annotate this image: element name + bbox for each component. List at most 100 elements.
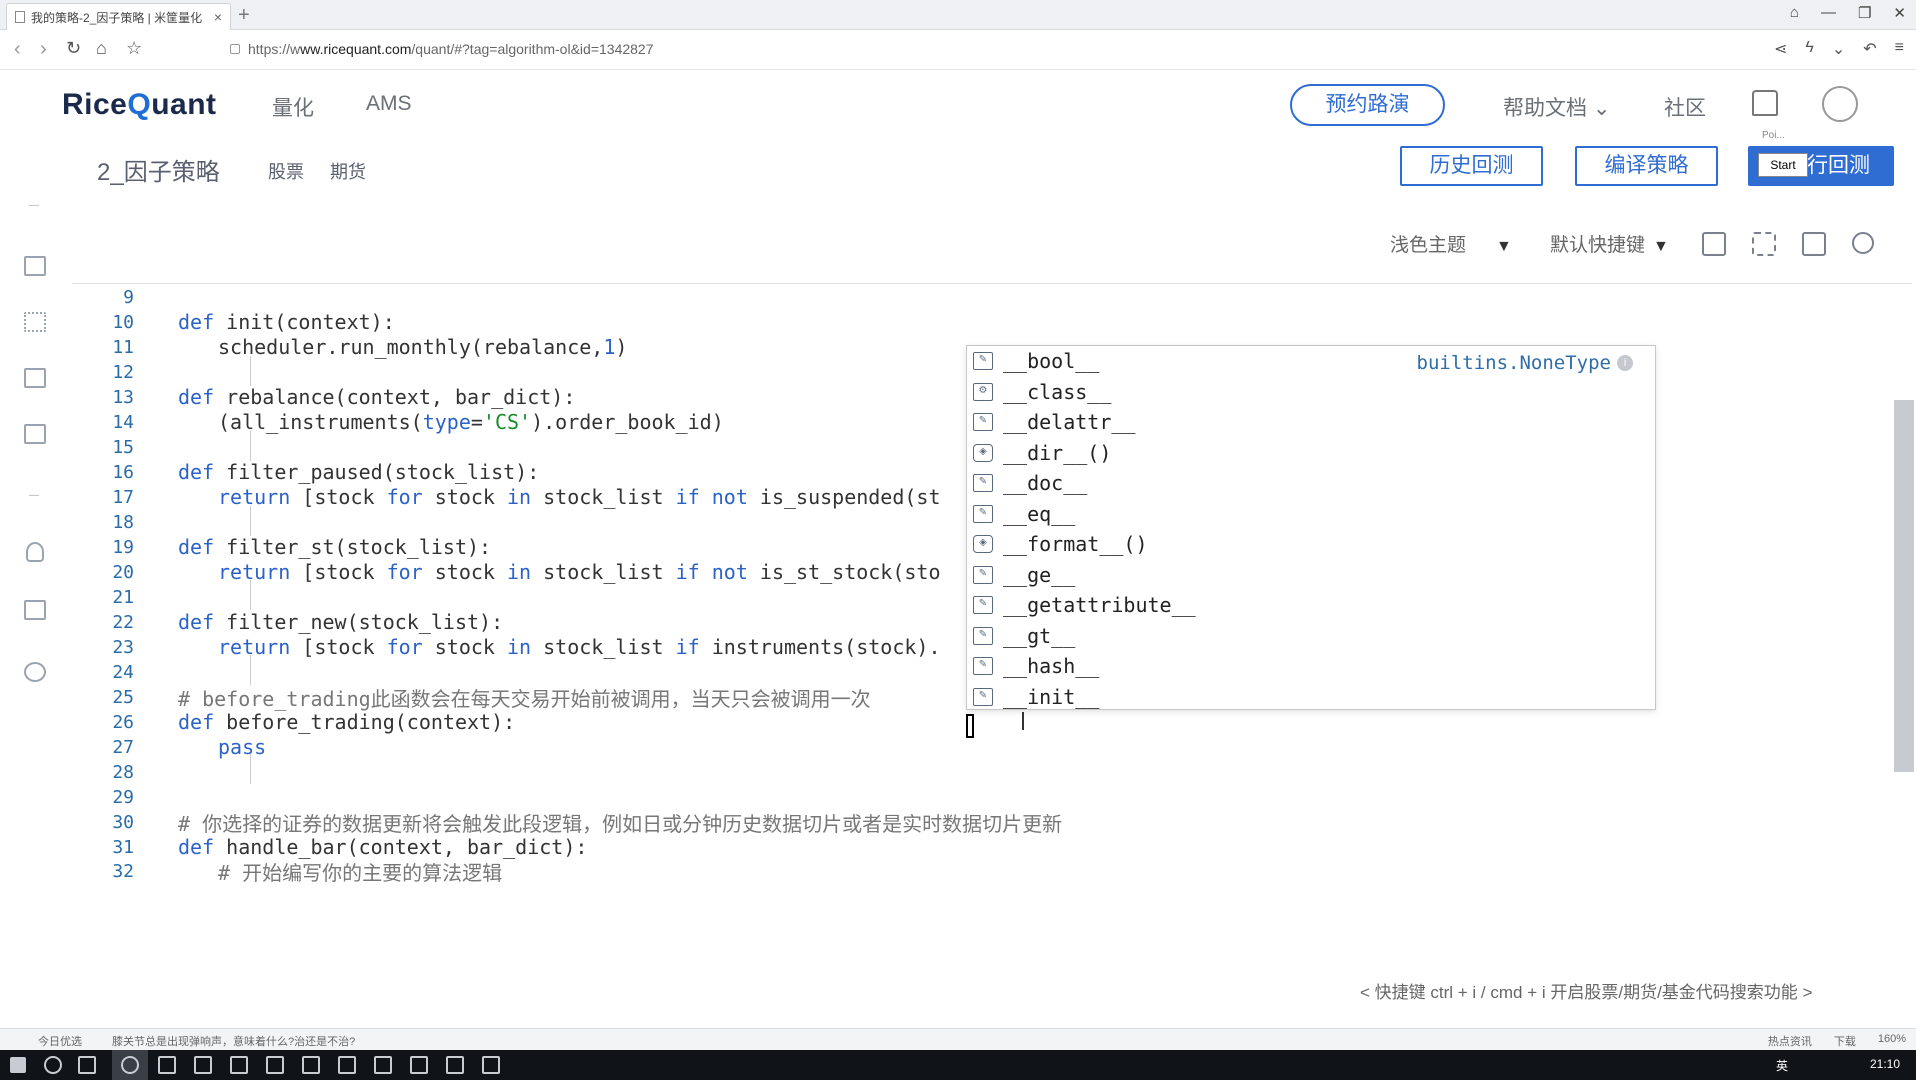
share-icon[interactable]: ⋖ [1774, 39, 1787, 59]
autocomplete-item[interactable]: ⚙ __class__ [967, 377, 1655, 408]
keyword: def [178, 460, 215, 484]
close-window-button[interactable]: ✕ [1893, 4, 1906, 22]
method-icon: ✎ [973, 504, 993, 523]
history-backtest-button[interactable]: 历史回测 [1400, 146, 1543, 186]
restore-button[interactable]: ❐ [1858, 4, 1871, 22]
editor-scrollbar[interactable] [1894, 400, 1914, 772]
new-tab-button[interactable]: + [238, 4, 250, 27]
autocomplete-item[interactable]: ✎ __hash__ [967, 651, 1655, 682]
help-docs-menu[interactable]: 帮助文档 ⌄ [1503, 92, 1610, 122]
keyword: if [675, 560, 700, 584]
autocomplete-item[interactable]: ✎ __doc__ [967, 468, 1655, 499]
app-icon[interactable] [338, 1056, 356, 1074]
method-icon: ✎ [973, 687, 993, 706]
collapse-sidebar-icon[interactable] [24, 662, 46, 682]
reload-icon[interactable]: ↻ [66, 38, 81, 59]
autocomplete-item[interactable]: ✎ __ge__ [967, 560, 1655, 591]
system-clock[interactable]: 21:10 [1870, 1057, 1900, 1071]
lightning-icon[interactable]: ϟ [1805, 39, 1813, 59]
downloads-link[interactable]: 下载 [1834, 1033, 1856, 1049]
browser-app-icon[interactable] [121, 1056, 139, 1074]
star-icon[interactable]: ☆ [126, 38, 142, 59]
book-demo-button[interactable]: 预约路演 [1290, 84, 1445, 126]
forward-icon[interactable]: › [40, 38, 47, 61]
app-icon[interactable] [266, 1056, 284, 1074]
bar-chart-icon[interactable] [24, 600, 46, 620]
autocomplete-item[interactable]: ✎ __delattr__ [967, 407, 1655, 438]
autocomplete-item[interactable]: ◈ __format__() [967, 529, 1655, 560]
autocomplete-item[interactable]: ◈ __dir__() [967, 438, 1655, 469]
chevron-down-icon[interactable]: ⌄ [1832, 39, 1845, 59]
avatar[interactable] [1822, 86, 1858, 122]
app-icon[interactable] [230, 1056, 248, 1074]
nav-ams[interactable]: AMS [366, 92, 412, 122]
app-icon[interactable] [410, 1056, 428, 1074]
undo-icon[interactable]: ↶ [1863, 39, 1876, 59]
search-icon[interactable] [44, 1056, 62, 1074]
keybinding-select[interactable]: 默认快捷键 ▼ [1550, 230, 1669, 257]
collapse-panel-icon[interactable] [1852, 232, 1874, 254]
lightbulb-icon[interactable] [26, 542, 44, 562]
save-icon[interactable] [1802, 232, 1826, 256]
app-icon[interactable] [374, 1056, 392, 1074]
tab-close-button[interactable]: × [214, 9, 222, 25]
method-icon: ✎ [973, 413, 993, 432]
copy-icon[interactable] [1702, 232, 1726, 256]
file-explorer-icon[interactable] [158, 1056, 176, 1074]
data-table-icon[interactable] [24, 312, 46, 332]
zoom-level[interactable]: 160% [1878, 1033, 1906, 1049]
keyword: not [711, 485, 748, 509]
text-cursor [966, 714, 974, 738]
logo-text-right: uant [151, 88, 217, 121]
code-text: stock [422, 635, 507, 659]
community-link[interactable]: 社区 [1664, 92, 1706, 122]
windows-start-icon[interactable] [10, 1057, 26, 1073]
document-list-icon[interactable] [24, 368, 46, 388]
keyword: def [178, 310, 215, 334]
dropdown-arrow-icon: ▼ [1653, 238, 1669, 255]
line-number: 12 [112, 361, 134, 383]
autocomplete-item[interactable]: ✎ __eq__ [967, 499, 1655, 530]
app-icon[interactable] [302, 1056, 320, 1074]
code-line: 20 return [stock for stock in stock_list … [72, 557, 940, 587]
tab-stocks[interactable]: 股票 [268, 158, 304, 184]
minimize-button[interactable]: — [1821, 4, 1836, 22]
shirt-skin-icon[interactable]: ⌂ [1790, 4, 1799, 22]
line-number: 17 [112, 486, 134, 508]
nav-quant[interactable]: 量化 [272, 92, 314, 122]
ricequant-logo[interactable]: RiceQuant [62, 88, 217, 122]
autocomplete-item[interactable]: ✎ __getattribute__ [967, 590, 1655, 621]
code-text: is_suspended(st [747, 485, 941, 509]
autocomplete-item[interactable]: ✎ __gt__ [967, 621, 1655, 652]
start-popup[interactable]: Start [1758, 153, 1808, 177]
tab-futures[interactable]: 期货 [330, 158, 366, 184]
app-icon[interactable] [446, 1056, 464, 1074]
fullscreen-icon[interactable] [1752, 232, 1776, 256]
input-language[interactable]: 英 [1776, 1057, 1788, 1074]
app-icon[interactable] [482, 1056, 500, 1074]
menu-icon[interactable]: ≡ [1895, 39, 1904, 59]
today-picks[interactable]: 今日优选 [38, 1033, 82, 1049]
app-icon[interactable] [194, 1056, 212, 1074]
url-field[interactable]: https://w ww.ricequant.com/quant/#?tag=al… [230, 41, 654, 57]
news-ticker[interactable]: 膝关节总是出现弹响声，意味着什么?治还是不治? [112, 1033, 355, 1049]
compile-strategy-button[interactable]: 编译策略 [1575, 146, 1718, 186]
hot-news-link[interactable]: 热点资讯 [1768, 1033, 1812, 1049]
shirt-icon[interactable] [1752, 90, 1778, 116]
home-icon[interactable]: ⌂ [96, 38, 107, 59]
line-number: 21 [112, 586, 134, 608]
line-chart-icon[interactable] [24, 424, 46, 444]
autocomplete-item[interactable]: ✎ __init__ [967, 682, 1655, 713]
browser-tab[interactable]: 我的策略-2_因子策略 | 米筐量化 × [6, 3, 231, 30]
info-icon[interactable]: i [1617, 355, 1633, 371]
mouse-ibeam-cursor [1022, 712, 1024, 730]
number: 1 [603, 335, 616, 359]
task-view-icon[interactable] [78, 1056, 96, 1074]
monitor-chart-icon[interactable] [24, 256, 46, 276]
line-number: 29 [112, 786, 134, 808]
tab-title: 我的策略-2_因子策略 | 米筐量化 [31, 10, 203, 25]
keyword: return [218, 635, 291, 659]
theme-select[interactable]: 浅色主题 ▼ [1390, 230, 1512, 257]
code-text: init(context): [214, 310, 395, 334]
back-icon[interactable]: ‹ [14, 38, 21, 61]
